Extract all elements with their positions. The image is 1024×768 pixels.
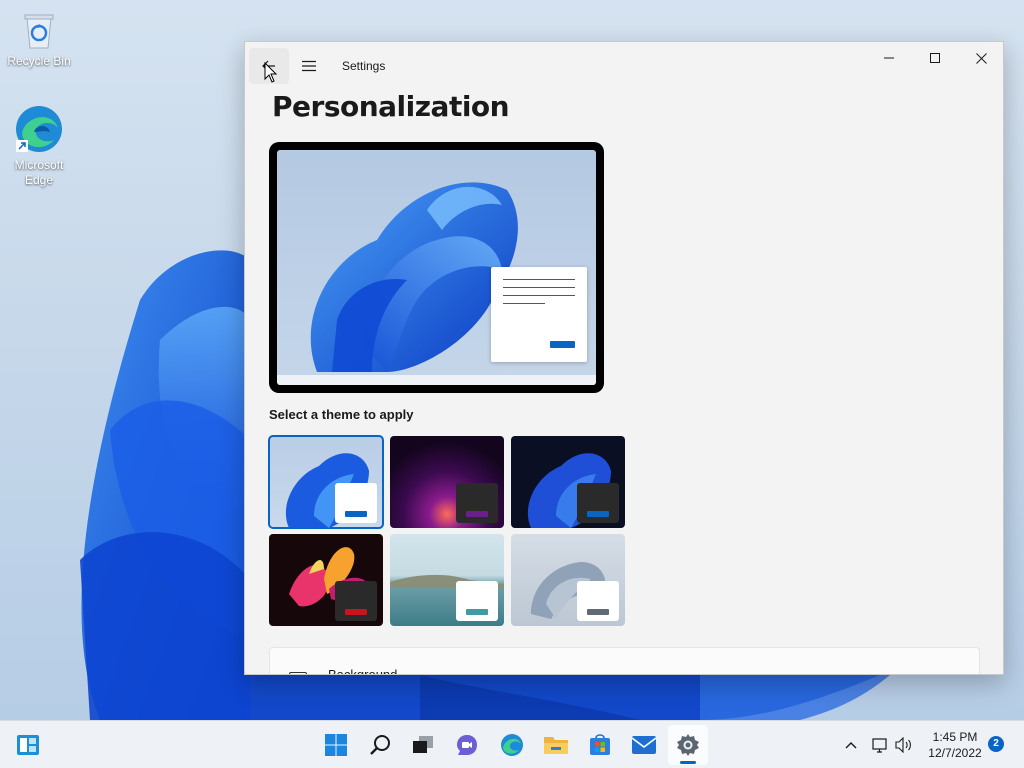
desktop-icon-edge[interactable]: Microsoft Edge: [4, 104, 74, 188]
background-card-label: Background: [328, 667, 398, 675]
window-titlebar[interactable]: Settings: [245, 42, 1003, 90]
search-button[interactable]: [360, 725, 400, 765]
desktop-icon-recycle-bin[interactable]: Recycle Bin: [4, 10, 74, 69]
mouse-pointer-icon: [264, 62, 278, 83]
edge-icon: [16, 106, 62, 152]
settings-icon: [677, 734, 699, 756]
search-icon: [370, 735, 390, 755]
hamburger-menu-icon: [302, 60, 316, 72]
chat-icon: [457, 735, 477, 755]
preview-dialog: [491, 267, 587, 362]
theme-preview: [269, 142, 604, 393]
volume-button[interactable]: [886, 725, 922, 765]
page-title: Personalization: [272, 90, 510, 123]
clock[interactable]: 1:45 PM 12/7/2022: [920, 729, 990, 761]
edge-icon: [501, 734, 523, 756]
window-title: Settings: [342, 59, 386, 73]
recycle-bin-icon: [24, 14, 54, 49]
background-image-icon: [289, 672, 307, 674]
navigation-menu-button[interactable]: [289, 48, 329, 84]
maximize-button[interactable]: [912, 42, 958, 74]
widgets-button[interactable]: [8, 725, 48, 765]
notification-badge[interactable]: 2: [988, 736, 1004, 752]
volume-icon: [895, 737, 911, 753]
file-explorer-icon: [544, 737, 568, 754]
maximize-icon: [930, 53, 940, 63]
background-settings-card[interactable]: Background: [269, 647, 980, 675]
widgets-icon: [17, 735, 39, 755]
clock-date: 12/7/2022: [928, 746, 982, 760]
preview-taskbar: [277, 375, 596, 385]
close-button[interactable]: [958, 42, 1003, 74]
theme-windows-light[interactable]: [268, 435, 384, 529]
running-indicator: [680, 761, 696, 764]
theme-windows-glow[interactable]: [390, 436, 504, 528]
start-icon: [325, 734, 347, 756]
settings-window: Settings Personalization Select a theme …: [244, 41, 1004, 675]
theme-section-label: Select a theme to apply: [269, 407, 414, 422]
chevron-up-icon: [845, 742, 857, 749]
desktop-icon-label: Microsoft Edge: [14, 158, 64, 187]
clock-time: 1:45 PM: [932, 730, 978, 744]
file-explorer-button[interactable]: [536, 725, 576, 765]
taskbar: 1:45 PM 12/7/2022: [0, 720, 1024, 768]
start-button[interactable]: [316, 725, 356, 765]
chat-button[interactable]: [447, 725, 487, 765]
mail-button[interactable]: [624, 725, 664, 765]
theme-captured-motion[interactable]: [269, 534, 383, 626]
theme-sunrise-lake[interactable]: [390, 534, 504, 626]
desktop-icon-label: Recycle Bin: [7, 54, 71, 68]
task-view-icon: [413, 736, 433, 753]
mail-icon: [631, 736, 657, 754]
theme-windows-dark[interactable]: [511, 436, 625, 528]
close-icon: [975, 52, 987, 64]
task-view-button[interactable]: [403, 725, 443, 765]
minimize-button[interactable]: [866, 42, 912, 74]
taskbar-edge-button[interactable]: [492, 725, 532, 765]
store-button[interactable]: [580, 725, 620, 765]
taskbar-settings-button[interactable]: [668, 725, 708, 765]
theme-flow[interactable]: [511, 534, 625, 626]
minimize-icon: [884, 57, 894, 59]
store-icon: [590, 734, 610, 755]
